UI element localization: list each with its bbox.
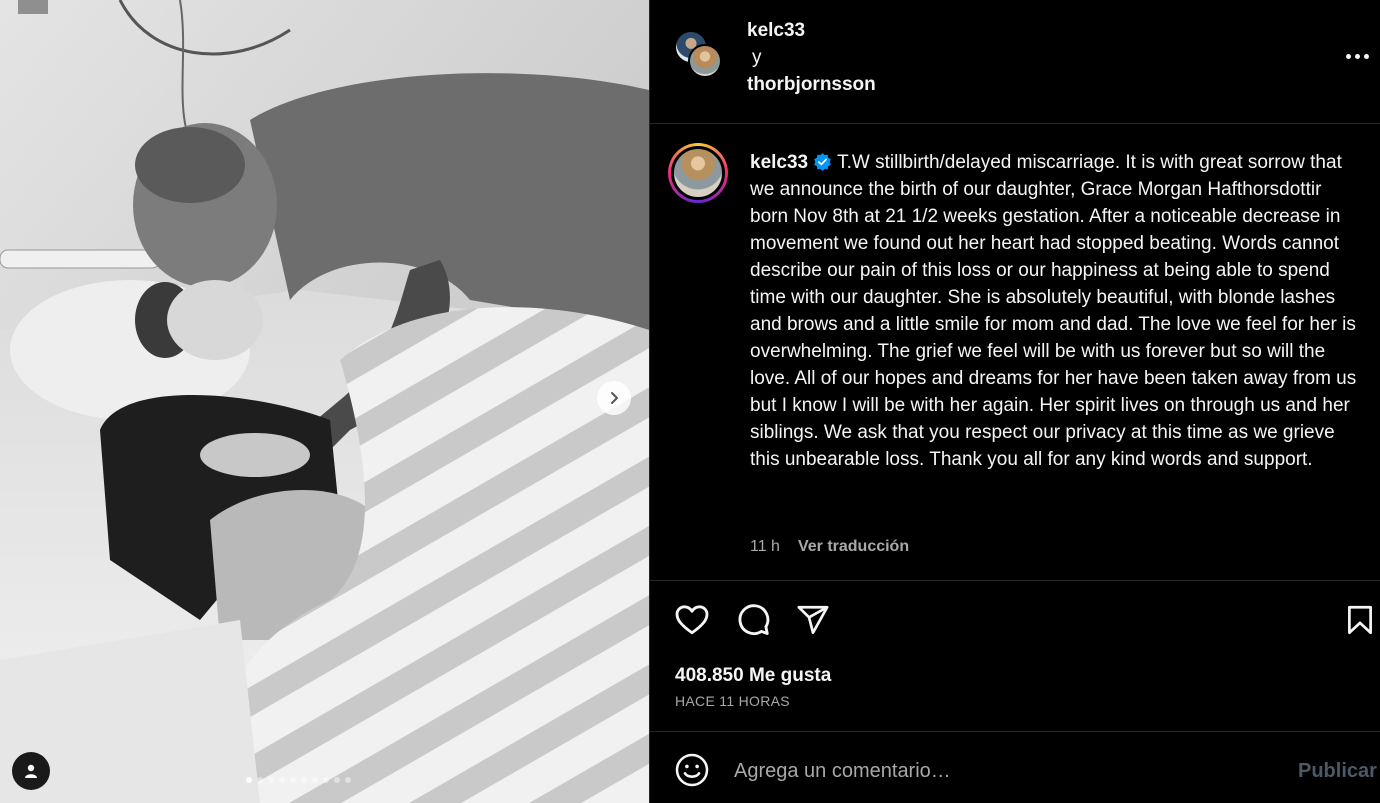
see-translation-link[interactable]: Ver traducción xyxy=(798,538,909,556)
post-date: HACE 11 HORAS xyxy=(675,693,790,709)
comment-input[interactable] xyxy=(734,752,1274,790)
carousel-dot xyxy=(334,777,340,783)
carousel-dot xyxy=(279,777,285,783)
collab-usernames: kelc33 y thorbjornsson xyxy=(747,17,876,98)
carousel-dot xyxy=(312,777,318,783)
caption-timestamp: 11 h xyxy=(750,538,780,555)
collab-avatars[interactable] xyxy=(674,30,726,82)
post-caption: kelc33 T.W stillbirth/delayed miscarriag… xyxy=(650,124,1380,581)
add-comment-bar: Publicar xyxy=(650,731,1380,803)
carousel-indicators xyxy=(246,777,351,783)
caption-meta: 11 h Ver traducción xyxy=(750,538,909,556)
carousel-dot xyxy=(323,777,329,783)
comment-button[interactable] xyxy=(733,600,773,640)
chevron-right-icon xyxy=(611,392,618,404)
user-icon xyxy=(25,764,37,778)
caption-text-block: kelc33 T.W stillbirth/delayed miscarriag… xyxy=(750,149,1362,473)
save-button[interactable] xyxy=(1340,600,1380,640)
bookmark-icon xyxy=(1348,605,1372,635)
post-details-panel: kelc33 y thorbjornsson kelc33 T.W stillb… xyxy=(649,0,1380,803)
avatar[interactable] xyxy=(668,143,728,203)
caption-username[interactable]: kelc33 xyxy=(750,152,808,173)
more-options-button[interactable] xyxy=(1342,44,1372,68)
like-count[interactable]: 408.850 Me gusta xyxy=(675,665,831,687)
share-button[interactable] xyxy=(793,600,833,640)
header-username-1[interactable]: kelc33 xyxy=(747,17,876,44)
carousel-dot xyxy=(290,777,296,783)
post-media[interactable] xyxy=(0,0,649,803)
like-button[interactable] xyxy=(672,600,712,640)
emoji-icon xyxy=(675,753,709,787)
post-photo xyxy=(0,0,649,803)
carousel-dot xyxy=(246,777,252,783)
avatar[interactable] xyxy=(688,44,722,78)
tagged-users-button[interactable] xyxy=(12,752,50,790)
caption-body: T.W stillbirth/delayed miscarriage. It i… xyxy=(750,152,1357,470)
comment-icon xyxy=(738,604,770,635)
send-icon xyxy=(797,605,829,635)
header-username-2[interactable]: thorbjornsson xyxy=(747,71,876,98)
carousel-dot xyxy=(268,777,274,783)
carousel-dot xyxy=(257,777,263,783)
post-actions xyxy=(650,582,1380,658)
carousel-dot xyxy=(345,777,351,783)
carousel-dot xyxy=(301,777,307,783)
post-header: kelc33 y thorbjornsson xyxy=(650,0,1380,124)
heart-icon xyxy=(675,605,709,635)
more-horizontal-icon xyxy=(1345,53,1351,59)
verified-badge-icon xyxy=(814,152,831,171)
next-slide-button[interactable] xyxy=(597,381,631,415)
publish-button[interactable]: Publicar xyxy=(1298,760,1377,783)
emoji-button[interactable] xyxy=(674,752,710,788)
header-conjunction: y xyxy=(752,47,762,68)
